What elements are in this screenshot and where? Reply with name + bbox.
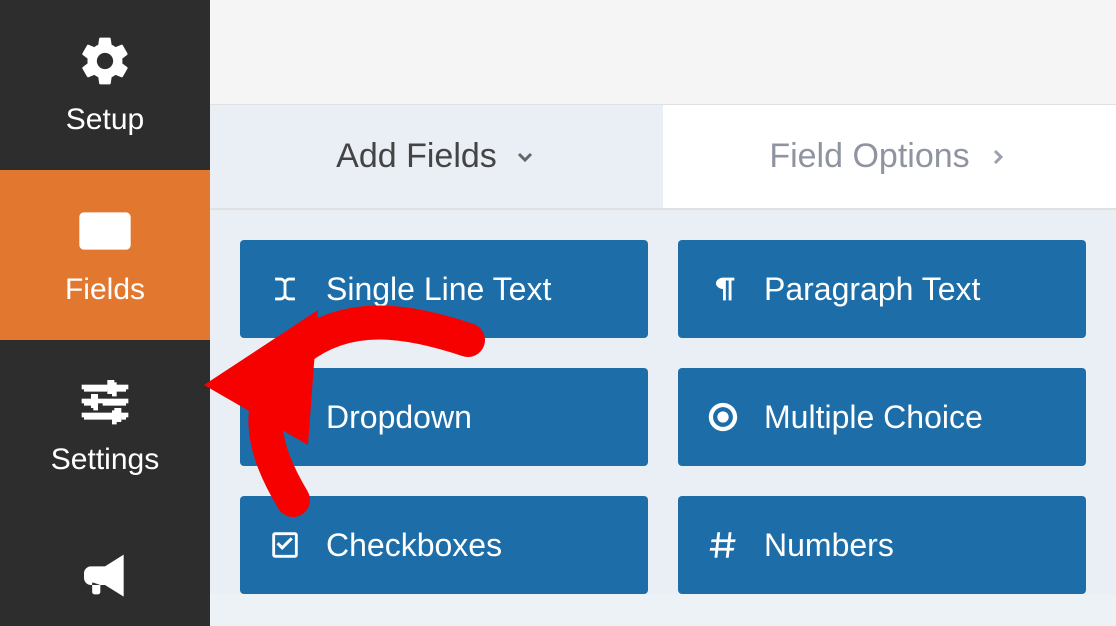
gear-icon: [77, 33, 133, 89]
megaphone-icon: [77, 550, 133, 606]
paragraph-icon: [706, 272, 740, 306]
tab-field-options[interactable]: Field Options: [663, 105, 1116, 208]
field-checkboxes[interactable]: Checkboxes: [240, 496, 648, 594]
tab-label: Field Options: [769, 137, 969, 176]
tabs: Add Fields Field Options: [210, 105, 1116, 210]
field-multiple-choice[interactable]: Multiple Choice: [678, 368, 1086, 466]
field-dropdown[interactable]: Dropdown: [240, 368, 648, 466]
field-label: Dropdown: [326, 399, 472, 436]
sidebar-item-setup[interactable]: Setup: [0, 0, 210, 170]
field-grid: Single Line Text Paragraph Text Dropdown…: [210, 210, 1116, 594]
sliders-icon: [77, 373, 133, 429]
hash-icon: [706, 528, 740, 562]
main-panel: Add Fields Field Options Single Line Tex…: [210, 0, 1116, 626]
radio-icon: [706, 400, 740, 434]
chevron-right-icon: [986, 145, 1010, 169]
field-numbers[interactable]: Numbers: [678, 496, 1086, 594]
chevron-down-icon: [513, 145, 537, 169]
sidebar-item-label: Fields: [65, 273, 145, 307]
sidebar-item-label: Settings: [51, 443, 159, 477]
list-icon: [77, 203, 133, 259]
dropdown-icon: [268, 400, 302, 434]
sidebar: Setup Fields Settings: [0, 0, 210, 626]
field-single-line-text[interactable]: Single Line Text: [240, 240, 648, 338]
sidebar-item-settings[interactable]: Settings: [0, 340, 210, 510]
checkbox-icon: [268, 528, 302, 562]
field-label: Checkboxes: [326, 527, 502, 564]
field-label: Single Line Text: [326, 271, 551, 308]
sidebar-item-label: Setup: [66, 103, 144, 137]
sidebar-item-marketing[interactable]: [0, 510, 210, 626]
tab-add-fields[interactable]: Add Fields: [210, 105, 663, 208]
field-label: Multiple Choice: [764, 399, 983, 436]
sidebar-item-fields[interactable]: Fields: [0, 170, 210, 340]
top-bar: [210, 0, 1116, 105]
field-label: Paragraph Text: [764, 271, 980, 308]
tab-label: Add Fields: [336, 137, 497, 176]
field-label: Numbers: [764, 527, 894, 564]
field-paragraph-text[interactable]: Paragraph Text: [678, 240, 1086, 338]
text-cursor-icon: [268, 272, 302, 306]
